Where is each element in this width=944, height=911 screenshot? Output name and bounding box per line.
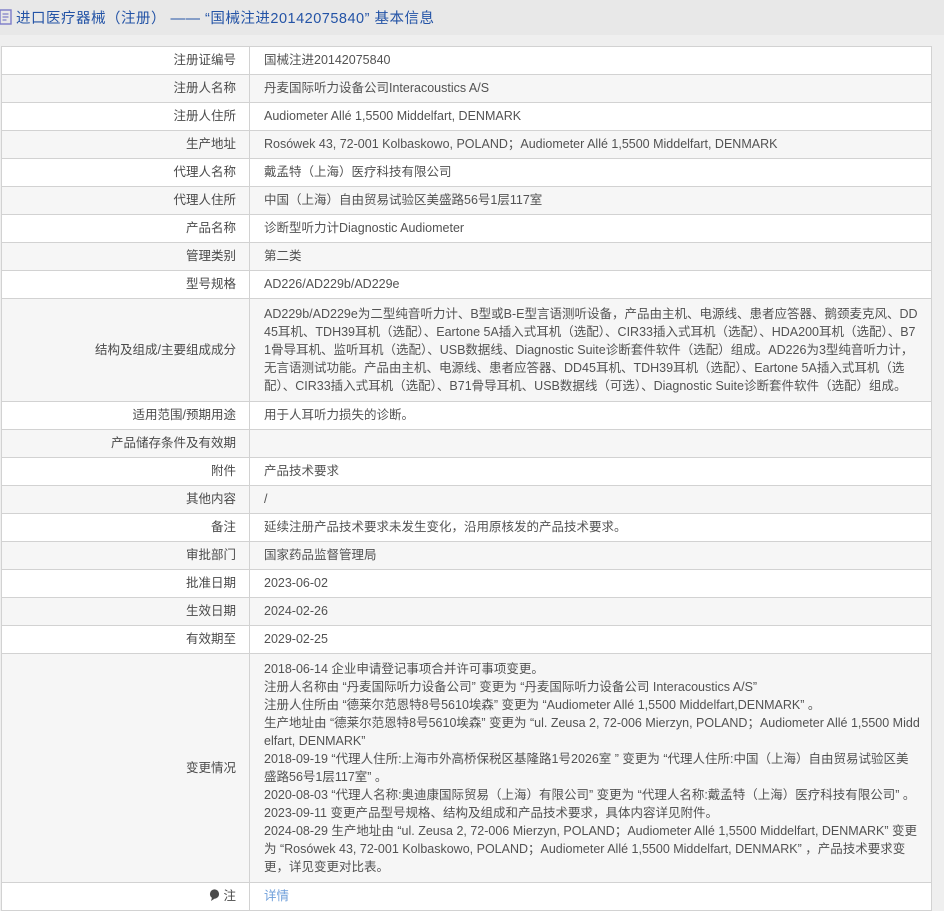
table-row: 注册人名称 丹麦国际听力设备公司Interacoustics A/S	[1, 74, 932, 103]
table-row: 其他内容 /	[1, 485, 932, 514]
row-value: 2024-02-26	[249, 597, 932, 626]
row-value: 2023-06-02	[249, 569, 932, 598]
row-value: Audiometer Allé 1,5500 Middelfart, DENMA…	[249, 102, 932, 131]
row-value-line: 注册人住所由 “德莱尔范恩特8号5610埃森” 变更为 “Audiometer …	[264, 698, 821, 712]
row-label: 代理人住所	[1, 186, 250, 215]
row-value: 诊断型听力计Diagnostic Audiometer	[249, 214, 932, 243]
note-icon	[210, 889, 220, 901]
row-value-line: 2018-09-19 “代理人住所:上海市外高桥保税区基隆路1号2026室 ” …	[264, 752, 909, 784]
row-label: 注	[1, 882, 250, 911]
row-label: 批准日期	[1, 569, 250, 598]
row-label: 结构及组成/主要组成成分	[1, 298, 250, 402]
row-label: 生产地址	[1, 130, 250, 159]
table-row: 适用范围/预期用途 用于人耳听力损失的诊断。	[1, 401, 932, 430]
table-body: 注册证编号 国械注进20142075840 注册人名称 丹麦国际听力设备公司Inter…	[1, 46, 932, 911]
row-value-line: /	[264, 492, 268, 506]
row-value: 丹麦国际听力设备公司Interacoustics A/S	[249, 74, 932, 103]
registration-info: 注册证编号 国械注进20142075840 注册人名称 丹麦国际听力设备公司Inter…	[1, 46, 932, 911]
row-value-line: 用于人耳听力损失的诊断。	[264, 408, 415, 422]
row-value: Rosówek 43, 72-001 Kolbaskowo, POLAND；Au…	[249, 130, 932, 159]
row-value-line: 2029-02-25	[264, 632, 328, 646]
row-value: 用于人耳听力损失的诊断。	[249, 401, 932, 430]
row-value: 中国（上海）自由贸易试验区美盛路56号1层117室	[249, 186, 932, 215]
details-link[interactable]: 详情	[264, 889, 289, 903]
row-value-line: 2024-02-26	[264, 604, 328, 618]
row-value-line: Audiometer Allé 1,5500 Middelfart, DENMA…	[264, 109, 522, 123]
row-value-line: 延续注册产品技术要求未发生变化，沿用原核发的产品技术要求。	[264, 520, 627, 534]
row-value: 第二类	[249, 242, 932, 271]
row-value-line: AD229b/AD229e为二型纯音听力计、B型或B-E型言语测听设备，产品由主…	[264, 307, 918, 393]
table-row: 型号规格 AD226/AD229b/AD229e	[1, 270, 932, 299]
table-row: 管理类别 第二类	[1, 242, 932, 271]
table-row: 注详情	[1, 882, 932, 911]
table-row: 审批部门 国家药品监督管理局	[1, 541, 932, 570]
row-value: 详情	[249, 882, 932, 911]
row-value-line: Rosówek 43, 72-001 Kolbaskowo, POLAND；Au…	[264, 137, 778, 151]
row-value-line: AD226/AD229b/AD229e	[264, 277, 400, 291]
row-value: 2029-02-25	[249, 625, 932, 654]
row-label: 生效日期	[1, 597, 250, 626]
row-label: 适用范围/预期用途	[1, 401, 250, 430]
table-row: 备注 延续注册产品技术要求未发生变化，沿用原核发的产品技术要求。	[1, 513, 932, 542]
row-label: 审批部门	[1, 541, 250, 570]
table-row: 代理人名称 戴孟特（上海）医疗科技有限公司	[1, 158, 932, 187]
row-value-line: 诊断型听力计Diagnostic Audiometer	[264, 221, 465, 235]
row-label: 备注	[1, 513, 250, 542]
table-row: 产品储存条件及有效期	[1, 429, 932, 458]
table-row: 代理人住所 中国（上海）自由贸易试验区美盛路56号1层117室	[1, 186, 932, 215]
row-value-line: 国械注进20142075840	[264, 53, 391, 67]
table-row: 注册人住所 Audiometer Allé 1,5500 Middelfart, …	[1, 102, 932, 131]
row-value-line: 2024-08-29 生产地址由 “ul. Zeusa 2, 72-006 Mi…	[264, 824, 918, 874]
row-value-line: 2023-06-02	[264, 576, 328, 590]
row-value	[249, 429, 932, 458]
table-row: 生效日期 2024-02-26	[1, 597, 932, 626]
row-value: /	[249, 485, 932, 514]
row-value: AD229b/AD229e为二型纯音听力计、B型或B-E型言语测听设备，产品由主…	[249, 298, 932, 402]
row-label: 注册人住所	[1, 102, 250, 131]
row-value: 戴孟特（上海）医疗科技有限公司	[249, 158, 932, 187]
row-label: 管理类别	[1, 242, 250, 271]
row-label: 附件	[1, 457, 250, 486]
row-value: 国家药品监督管理局	[249, 541, 932, 570]
row-value-line: 戴孟特（上海）医疗科技有限公司	[264, 165, 452, 179]
row-label: 注册人名称	[1, 74, 250, 103]
table-row: 变更情况 2018-06-14 企业申请登记事项合并许可事项变更。 注册人名称由 “…	[1, 653, 932, 883]
row-value: 2018-06-14 企业申请登记事项合并许可事项变更。注册人名称由 “丹麦国际…	[249, 653, 932, 883]
table-row: 生产地址 Rosówek 43, 72-001 Kolbaskowo, POLAN…	[1, 130, 932, 159]
table-row: 有效期至 2029-02-25	[1, 625, 932, 654]
row-value-line	[264, 436, 921, 451]
page-header: 进口医疗器械（注册） —— “国械注进20142075840” 基本信息	[0, 0, 944, 35]
row-label: 注册证编号	[1, 46, 250, 75]
row-value-line: 第二类	[264, 249, 302, 263]
document-icon	[0, 9, 13, 26]
row-value: 延续注册产品技术要求未发生变化，沿用原核发的产品技术要求。	[249, 513, 932, 542]
table-row: 注册证编号 国械注进20142075840	[1, 46, 932, 75]
registration-info-table: 注册证编号 国械注进20142075840 注册人名称 丹麦国际听力设备公司Inter…	[1, 46, 932, 911]
row-value-line: 2018-06-14 企业申请登记事项合并许可事项变更。	[264, 662, 544, 676]
row-value: 国械注进20142075840	[249, 46, 932, 75]
row-label: 型号规格	[1, 270, 250, 299]
row-value-line: 生产地址由 “德莱尔范恩特8号5610埃森” 变更为 “ul. Zeusa 2,…	[264, 716, 920, 748]
row-label: 代理人名称	[1, 158, 250, 187]
row-value-line: 2020-08-03 “代理人名称:奥迪康国际贸易（上海）有限公司” 变更为 “…	[264, 788, 916, 802]
row-value-line: 注册人名称由 “丹麦国际听力设备公司” 变更为 “丹麦国际听力设备公司 Inte…	[264, 680, 758, 694]
table-row: 结构及组成/主要组成成分 AD229b/AD229e为二型纯音听力计、B型或B-E…	[1, 298, 932, 402]
row-value: 产品技术要求	[249, 457, 932, 486]
row-value-line: 丹麦国际听力设备公司Interacoustics A/S	[264, 81, 490, 95]
table-row: 产品名称 诊断型听力计Diagnostic Audiometer	[1, 214, 932, 243]
table-row: 批准日期 2023-06-02	[1, 569, 932, 598]
row-value-line: 中国（上海）自由贸易试验区美盛路56号1层117室	[264, 193, 543, 207]
row-label: 有效期至	[1, 625, 250, 654]
row-label: 变更情况	[1, 653, 250, 883]
row-label: 产品名称	[1, 214, 250, 243]
page-title: 进口医疗器械（注册） —— “国械注进20142075840” 基本信息	[16, 11, 435, 27]
table-row: 附件 产品技术要求	[1, 457, 932, 486]
row-value-line: 2023-09-11 变更产品型号规格、结构及组成和产品技术要求，具体内容详见附…	[264, 806, 718, 820]
row-value-line: 产品技术要求	[264, 464, 340, 478]
row-value: AD226/AD229b/AD229e	[249, 270, 932, 299]
row-label: 产品储存条件及有效期	[1, 429, 250, 458]
row-label: 其他内容	[1, 485, 250, 514]
row-value-line: 国家药品监督管理局	[264, 548, 377, 562]
